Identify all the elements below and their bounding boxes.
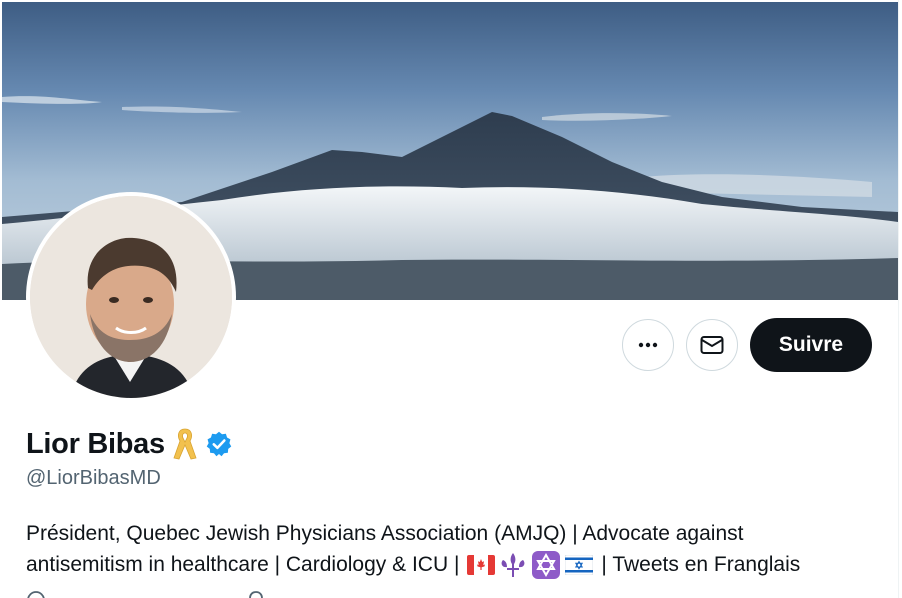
canada-flag-icon — [467, 554, 496, 575]
fleur-de-lis-icon — [499, 551, 527, 579]
star-of-david-icon — [531, 550, 561, 580]
bio-line-1: Président, Quebec Jewish Physicians Asso… — [26, 522, 744, 545]
category-icon — [27, 591, 45, 598]
display-name: Lior Bibas — [26, 427, 165, 460]
profile-action-bar: Suivre — [622, 318, 872, 372]
profile-handle: @LiorBibasMD — [26, 467, 161, 489]
profile-page: Suivre Lior Bibas @LiorBibasMD Président… — [0, 0, 899, 598]
verified-badge-icon[interactable] — [205, 430, 233, 458]
bio-line-2-text: antisemitism in healthcare | Cardiology … — [26, 553, 460, 576]
profile-info: Lior Bibas @LiorBibasMD Président, Quebe… — [26, 424, 876, 580]
avatar-photo — [30, 196, 232, 398]
bio-line-2: antisemitism in healthcare | Cardiology … — [26, 549, 876, 580]
profile-bio: Président, Quebec Jewish Physicians Asso… — [26, 518, 876, 580]
envelope-icon — [700, 336, 724, 354]
name-row: Lior Bibas — [26, 424, 876, 464]
yellow-ribbon-icon — [173, 428, 197, 460]
profile-avatar[interactable] — [26, 192, 236, 402]
location-icon — [249, 591, 263, 598]
message-button[interactable] — [686, 319, 738, 371]
follow-button[interactable]: Suivre — [750, 318, 872, 372]
bio-line-2-end: | Tweets en Franglais — [601, 553, 801, 576]
profile-meta-row — [26, 590, 266, 598]
more-dots-icon — [638, 342, 658, 348]
more-options-button[interactable] — [622, 319, 674, 371]
avatar-portrait — [30, 196, 232, 398]
israel-flag-icon — [565, 554, 594, 575]
